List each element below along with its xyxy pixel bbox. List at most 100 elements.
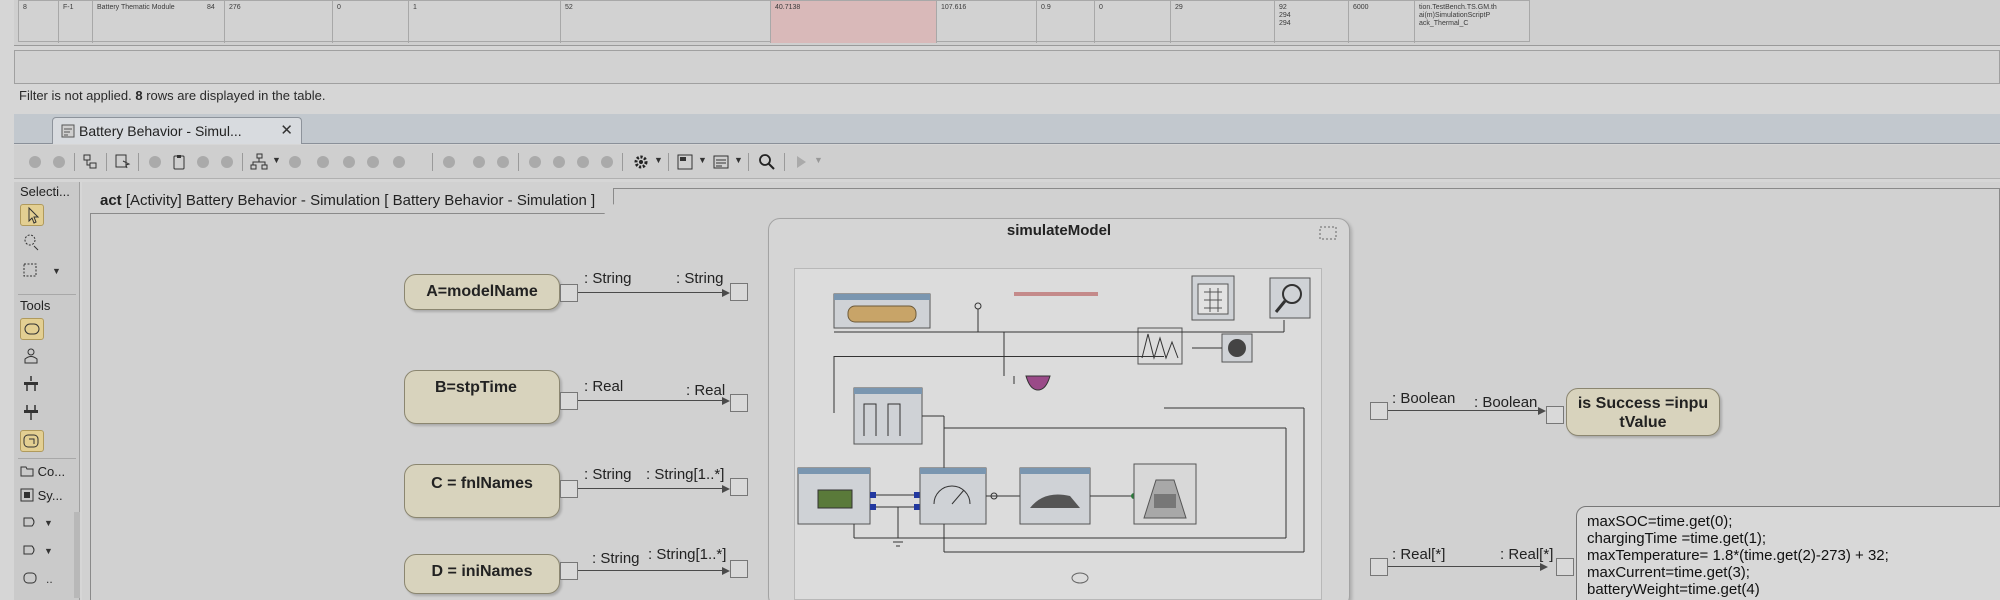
join-tool[interactable] xyxy=(20,402,44,424)
layout-icon[interactable] xyxy=(250,153,268,171)
diagram-frame-label[interactable]: act [Activity] Battery Behavior - Simula… xyxy=(90,188,614,214)
note-tool[interactable] xyxy=(20,568,44,590)
input-pin-type: : String[1..*] xyxy=(646,466,725,483)
tab-battery-behavior[interactable]: Battery Behavior - Simul... ✕ xyxy=(52,117,302,144)
forward-icon[interactable] xyxy=(50,153,68,171)
palette-divider xyxy=(18,458,76,459)
align-right-icon[interactable] xyxy=(574,153,592,171)
chevron-down-icon[interactable]: ▼ xyxy=(44,518,53,528)
align-icon[interactable] xyxy=(286,153,304,171)
bezier-icon[interactable] xyxy=(364,153,382,171)
table-cell: 1 xyxy=(409,1,561,43)
palette-scrollbar[interactable] xyxy=(74,512,80,598)
cut-icon[interactable] xyxy=(146,153,164,171)
input-pin[interactable] xyxy=(730,283,748,301)
distribute-icon[interactable] xyxy=(598,153,616,171)
palette-section-common[interactable]: Co... xyxy=(20,464,65,484)
action-label-line1: is Success =inpu xyxy=(1577,395,1709,412)
back-icon[interactable] xyxy=(26,153,44,171)
palette-divider xyxy=(18,294,76,295)
font-icon[interactable] xyxy=(440,153,458,171)
shape-icon xyxy=(23,545,35,555)
action-label-line2: tValue xyxy=(1619,414,1667,431)
app-window: 8 F-1 Battery Thematic Module 84 276 0 1… xyxy=(0,0,2000,600)
object-flow[interactable] xyxy=(578,400,728,401)
select-in-tree-icon[interactable] xyxy=(114,153,132,171)
actor-tool[interactable] xyxy=(20,346,44,368)
table-cell: 276 xyxy=(225,1,333,43)
path-style-icon[interactable] xyxy=(314,153,332,171)
run-icon[interactable] xyxy=(792,153,810,171)
output-pin[interactable] xyxy=(560,284,578,302)
table-cell: 0 xyxy=(333,1,409,43)
sysml-icon xyxy=(20,488,34,502)
fork-tool[interactable] xyxy=(20,374,44,396)
object-flow[interactable] xyxy=(578,292,728,293)
align-center-icon[interactable] xyxy=(550,153,568,171)
rectilinear-icon[interactable] xyxy=(340,153,358,171)
action-tool[interactable] xyxy=(20,318,44,340)
input-pin[interactable] xyxy=(730,478,748,496)
action-model-name[interactable]: A=modelName xyxy=(404,274,560,310)
search-icon[interactable] xyxy=(758,153,776,171)
close-icon[interactable]: ✕ xyxy=(280,121,293,139)
pointer-tool[interactable] xyxy=(20,204,44,226)
list-view-icon[interactable] xyxy=(712,153,730,171)
toolbar-separator xyxy=(74,153,75,171)
display-options-icon[interactable] xyxy=(676,153,694,171)
more-icon[interactable]: .. xyxy=(46,572,53,586)
chevron-down-icon[interactable]: ▼ xyxy=(44,546,53,556)
action-final-names[interactable]: C = fnlNames xyxy=(404,464,560,518)
delete-icon[interactable] xyxy=(194,153,212,171)
chevron-down-icon[interactable]: ▼ xyxy=(272,155,281,165)
palette-section-tools[interactable]: Tools xyxy=(20,298,50,313)
palette-section-selection[interactable]: Selecti... xyxy=(20,184,70,199)
fill-color-icon[interactable] xyxy=(470,153,488,171)
action-is-success[interactable]: is Success =inpu tValue xyxy=(1566,388,1720,436)
input-pin[interactable] xyxy=(1370,402,1388,420)
output-pin[interactable] xyxy=(560,480,578,498)
palette-section-sysml[interactable]: Sy... xyxy=(20,488,63,508)
chevron-down-icon[interactable]: ▼ xyxy=(52,266,61,276)
filter-status-prefix: Filter is not applied. xyxy=(19,88,132,103)
containment-tree-icon[interactable] xyxy=(82,153,100,171)
frame-kind: act xyxy=(100,192,122,209)
copy-icon[interactable] xyxy=(218,153,236,171)
object-flow[interactable] xyxy=(578,488,728,489)
results-input-pin[interactable] xyxy=(1556,558,1574,576)
output-pin[interactable] xyxy=(560,392,578,410)
cell-line: ack_Thermal_C xyxy=(1419,20,1469,27)
table-row[interactable]: 8 F-1 Battery Thematic Module 84 276 0 1… xyxy=(18,0,1530,43)
action-initial-names[interactable]: D = iniNames xyxy=(404,554,560,594)
input-pin-type: : Boolean xyxy=(1392,390,1456,407)
shape-tool-2[interactable] xyxy=(20,540,44,562)
input-pin-type: : String xyxy=(676,270,724,287)
marquee-tool[interactable] xyxy=(20,260,44,282)
opaque-action-body[interactable]: maxSOC=time.get(0); chargingTime =time.g… xyxy=(1576,506,2000,600)
call-behavior-icon xyxy=(23,434,39,448)
input-pin[interactable] xyxy=(730,560,748,578)
input-pin[interactable] xyxy=(1370,558,1388,576)
gear-icon[interactable] xyxy=(632,153,650,171)
chevron-down-icon[interactable]: ▼ xyxy=(734,155,743,165)
results-table: 8 F-1 Battery Thematic Module 84 276 0 1… xyxy=(14,0,2000,46)
shape-tool[interactable] xyxy=(20,512,44,534)
success-input-pin[interactable] xyxy=(1546,406,1564,424)
line-color-icon[interactable] xyxy=(494,153,512,171)
object-flow[interactable] xyxy=(578,570,728,571)
chevron-down-icon[interactable]: ▼ xyxy=(814,155,823,165)
input-pin[interactable] xyxy=(730,394,748,412)
chevron-down-icon[interactable]: ▼ xyxy=(698,155,707,165)
redo-icon[interactable] xyxy=(390,153,408,171)
flow-arrowhead xyxy=(722,485,730,493)
lasso-tool[interactable] xyxy=(20,232,44,254)
expand-icon[interactable] xyxy=(1318,224,1340,242)
chevron-down-icon[interactable]: ▼ xyxy=(654,155,663,165)
output-pin[interactable] xyxy=(560,562,578,580)
cell-line: 294 xyxy=(1279,12,1291,19)
paste-icon[interactable] xyxy=(170,153,188,171)
object-flow[interactable] xyxy=(1388,566,1544,567)
call-behavior-tool[interactable] xyxy=(20,430,44,452)
action-stop-time[interactable]: B=stpTime xyxy=(404,370,560,424)
align-left-icon[interactable] xyxy=(526,153,544,171)
